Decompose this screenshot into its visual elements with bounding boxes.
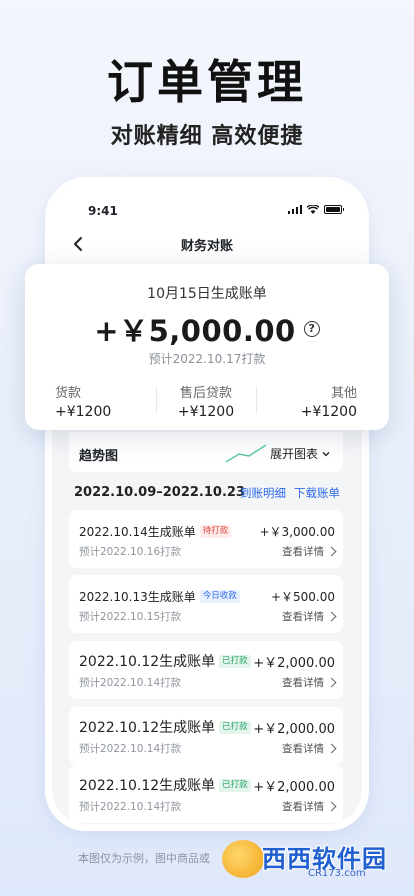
date-range: 2022.10.09–2022.10.23 bbox=[74, 485, 245, 500]
bill-title-row: 2022.10.13生成账单 今日收款 bbox=[79, 588, 240, 605]
date-range-row: 2022.10.09–2022.10.23 到账明细 下载账单 bbox=[74, 485, 340, 503]
bill-pay-date: 预计2022.10.15打款 bbox=[79, 611, 182, 623]
bill-title-row: 2022.10.12生成账单 已打款 bbox=[79, 717, 251, 737]
view-detail-label: 查看详情 bbox=[282, 611, 324, 623]
bill-card[interactable]: 2022.10.12生成账单 已打款 +￥2,000.00 预计2022.10.1… bbox=[69, 641, 343, 699]
bill-pay-date: 预计2022.10.16打款 bbox=[79, 546, 182, 558]
view-detail-link[interactable]: 查看详情 bbox=[282, 544, 337, 559]
status-badge: 已打款 bbox=[219, 720, 251, 734]
breakdown-label: 售后贷款 bbox=[180, 386, 233, 401]
range-actions: 到账明细 下载账单 bbox=[240, 485, 340, 501]
view-detail-link[interactable]: 查看详情 bbox=[282, 741, 337, 756]
summary-breakdown: 货款 +¥1200 售后贷款 +¥1200 其他 +¥1200 bbox=[25, 382, 389, 420]
breakdown-label: 其他 bbox=[331, 386, 358, 401]
arrival-detail-link[interactable]: 到账明细 bbox=[240, 485, 286, 501]
view-detail-label: 查看详情 bbox=[282, 677, 324, 689]
bill-card[interactable]: 2022.10.12生成账单 已打款 +￥2,000.00 预计2022.10.1… bbox=[69, 765, 343, 823]
chevron-down-icon bbox=[322, 451, 330, 456]
bill-amount: +￥2,000.00 bbox=[253, 722, 335, 737]
chevron-right-icon bbox=[326, 801, 337, 812]
chevron-right-icon bbox=[326, 677, 337, 688]
battery-icon bbox=[324, 205, 344, 214]
bill-title-row: 2022.10.12生成账单 已打款 bbox=[79, 775, 251, 795]
bill-summary-card: 10月15日生成账单 +￥5,000.00 ? 预计2022.10.17打款 货… bbox=[25, 264, 389, 430]
chevron-right-icon bbox=[326, 611, 337, 622]
breakdown-label: 货款 bbox=[55, 386, 82, 401]
nav-title: 财务对账 bbox=[180, 239, 233, 254]
view-detail-link[interactable]: 查看详情 bbox=[282, 675, 337, 690]
status-time: 9:41 bbox=[88, 204, 118, 218]
bill-title-row: 2022.10.14生成账单 待打款 bbox=[79, 523, 232, 540]
bill-amount: +￥500.00 bbox=[270, 590, 335, 604]
view-detail-label: 查看详情 bbox=[282, 546, 324, 558]
watermark-url: CR173.com bbox=[308, 868, 366, 879]
trend-bar: 趋势图 展开图表 bbox=[69, 432, 343, 472]
bill-title: 2022.10.13生成账单 bbox=[79, 590, 196, 604]
summary-amount-row: +￥5,000.00 ? bbox=[25, 308, 389, 350]
chevron-right-icon bbox=[326, 743, 337, 754]
headline: 订单管理 bbox=[107, 55, 307, 109]
trend-label: 趋势图 bbox=[79, 449, 119, 464]
bill-title: 2022.10.12生成账单 bbox=[79, 720, 216, 736]
view-detail-link[interactable]: 查看详情 bbox=[282, 609, 337, 624]
status-badge: 已打款 bbox=[219, 654, 251, 668]
bill-pay-date: 预计2022.10.14打款 bbox=[79, 801, 182, 813]
status-icons bbox=[287, 205, 344, 214]
download-bill-link[interactable]: 下载账单 bbox=[294, 485, 340, 501]
signal-icon bbox=[287, 205, 302, 214]
status-bar: 9:41 bbox=[52, 184, 362, 224]
help-icon[interactable]: ? bbox=[303, 321, 320, 337]
breakdown-value: +¥1200 bbox=[177, 404, 235, 420]
nav-bar: 财务对账 bbox=[52, 224, 362, 264]
status-badge: 待打款 bbox=[199, 525, 232, 538]
bill-title: 2022.10.12生成账单 bbox=[79, 654, 216, 670]
view-detail-link[interactable]: 查看详情 bbox=[282, 799, 337, 814]
breakdown-goods: 货款 +¥1200 bbox=[25, 382, 156, 420]
breakdown-value: +¥1200 bbox=[300, 404, 358, 420]
view-detail-label: 查看详情 bbox=[282, 743, 324, 755]
bill-title: 2022.10.14生成账单 bbox=[79, 525, 196, 539]
bill-title: 2022.10.12生成账单 bbox=[79, 778, 216, 794]
status-badge: 已打款 bbox=[219, 778, 251, 792]
summary-amount: +￥5,000.00 bbox=[94, 314, 296, 348]
breakdown-other: 其他 +¥1200 bbox=[256, 382, 389, 420]
bill-amount: +￥3,000.00 bbox=[259, 525, 336, 539]
expand-chart-label: 展开图表 bbox=[269, 447, 318, 461]
subline: 对账精细 高效便捷 bbox=[110, 124, 304, 149]
status-badge: 今日收款 bbox=[199, 590, 240, 603]
bill-pay-date: 预计2022.10.14打款 bbox=[79, 743, 182, 755]
site-watermark: 西西软件园 CR173.com bbox=[222, 836, 400, 884]
bill-amount: +￥2,000.00 bbox=[253, 780, 335, 795]
trend-sparkline-icon bbox=[225, 444, 267, 463]
expand-chart-button[interactable]: 展开图表 bbox=[270, 445, 331, 462]
summary-title: 10月15日生成账单 bbox=[147, 286, 267, 302]
view-detail-label: 查看详情 bbox=[282, 801, 324, 813]
bill-card[interactable]: 2022.10.13生成账单 今日收款 +￥500.00 预计2022.10.15… bbox=[69, 575, 343, 633]
bill-card[interactable]: 2022.10.14生成账单 待打款 +￥3,000.00 预计2022.10.1… bbox=[69, 510, 343, 568]
bill-amount: +￥2,000.00 bbox=[253, 656, 335, 671]
bill-card[interactable]: 2022.10.12生成账单 已打款 +￥2,000.00 预计2022.10.1… bbox=[69, 707, 343, 765]
breakdown-value: +¥1200 bbox=[55, 404, 112, 420]
bill-pay-date: 预计2022.10.14打款 bbox=[79, 677, 182, 689]
bill-title-row: 2022.10.12生成账单 已打款 bbox=[79, 651, 251, 671]
breakdown-aftersale: 售后贷款 +¥1200 bbox=[155, 382, 257, 420]
footer-disclaimer: 本图仅为示例，图中商品或 bbox=[78, 852, 210, 865]
chevron-right-icon bbox=[326, 546, 337, 557]
watermark-logo-icon bbox=[222, 840, 264, 878]
wifi-icon bbox=[307, 205, 319, 214]
summary-pay-date: 预计2022.10.17打款 bbox=[148, 352, 266, 366]
